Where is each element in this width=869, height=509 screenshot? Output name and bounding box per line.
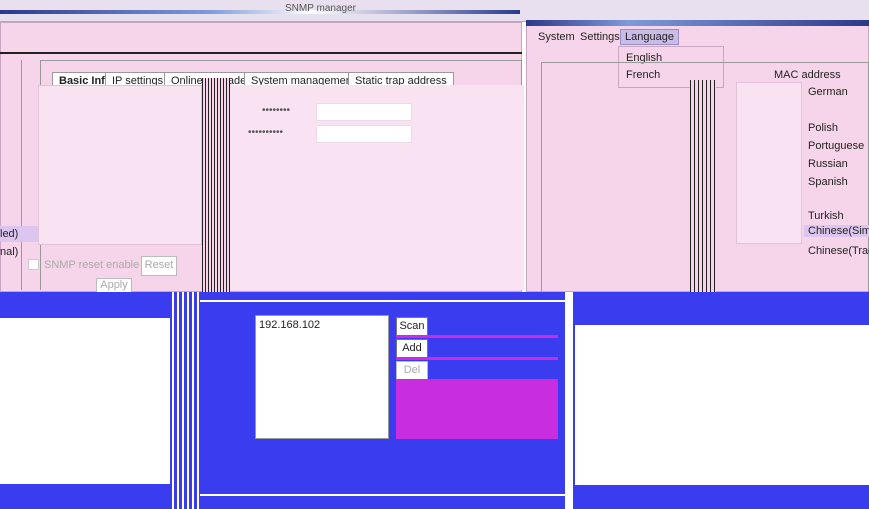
glitch-column [202, 78, 230, 292]
separator-line [0, 52, 522, 54]
language-list: German Polish Portuguese Russian Spanish… [804, 80, 869, 260]
menu-language[interactable]: Language [620, 29, 679, 45]
left-row-label: nal) [0, 246, 19, 258]
title-bar: SNMP manager [0, 0, 869, 22]
text-field[interactable] [316, 103, 412, 121]
blue-divider [200, 300, 565, 302]
purple-strip [396, 335, 558, 338]
mac-list-pane [736, 82, 802, 244]
title-bar-gradient [0, 10, 520, 14]
language-item[interactable]: Turkish [808, 210, 844, 222]
scan-button[interactable]: Scan [396, 317, 428, 337]
field-label: •••••••• [262, 105, 291, 116]
purple-strip [396, 357, 558, 360]
blue-divider [200, 494, 565, 496]
blue-separator [565, 292, 573, 509]
snmp-reset-label: SNMP reset enable [44, 259, 140, 271]
language-item-selected[interactable]: Chinese(Simp [804, 225, 869, 237]
language-item[interactable]: Russian [808, 158, 848, 170]
menu-settings[interactable]: Settings [580, 31, 620, 43]
left-bottom-pane [0, 318, 170, 484]
language-item[interactable]: Portuguese [808, 140, 864, 152]
snmp-reset-checkbox[interactable] [28, 259, 39, 270]
ip-list[interactable]: 192.168.102 [255, 315, 389, 439]
right-title-stripe [526, 20, 869, 26]
language-item[interactable]: Polish [808, 122, 838, 134]
window-title: SNMP manager [285, 3, 356, 14]
right-bottom-pane [575, 325, 869, 485]
add-button[interactable]: Add [396, 339, 428, 359]
language-item[interactable]: German [808, 86, 848, 98]
menu-system[interactable]: System [538, 31, 575, 43]
field-label: •••••••••• [248, 127, 284, 138]
info-pane [38, 85, 202, 245]
purple-panel [396, 379, 558, 439]
left-row-label: led) [0, 228, 19, 240]
reset-button[interactable]: Reset [141, 256, 177, 276]
text-field[interactable] [316, 125, 412, 143]
language-item[interactable]: Spanish [808, 176, 848, 188]
del-button[interactable]: Del [396, 361, 428, 381]
left-row-highlight: led) [0, 226, 38, 242]
menu-bar: System Settings Language [538, 27, 738, 47]
glitch-column [172, 292, 202, 509]
language-item[interactable]: Chinese(Tradi [808, 245, 869, 257]
ip-list-item[interactable]: 192.168.102 [259, 319, 320, 331]
glitch-column [690, 80, 716, 292]
